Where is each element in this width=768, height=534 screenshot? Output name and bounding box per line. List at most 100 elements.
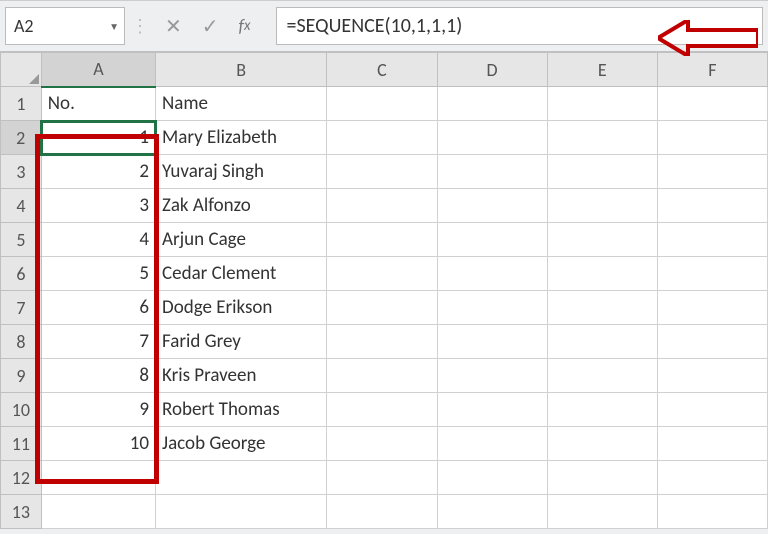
cell-E13[interactable] bbox=[547, 495, 657, 529]
cell-B6[interactable]: Cedar Clement bbox=[156, 257, 327, 291]
cell-F5[interactable] bbox=[657, 223, 767, 257]
cell-A5[interactable]: 4 bbox=[41, 223, 155, 257]
cell-C9[interactable] bbox=[327, 359, 437, 393]
cell-F11[interactable] bbox=[657, 427, 767, 461]
cell-B10[interactable]: Robert Thomas bbox=[156, 393, 327, 427]
col-header-E[interactable]: E bbox=[547, 53, 657, 87]
cell-E12[interactable] bbox=[547, 461, 657, 495]
cell-F1[interactable] bbox=[657, 87, 767, 121]
cell-D7[interactable] bbox=[437, 291, 547, 325]
col-header-F[interactable]: F bbox=[657, 53, 767, 87]
cell-F2[interactable] bbox=[657, 121, 767, 155]
cell-D9[interactable] bbox=[437, 359, 547, 393]
row-header[interactable]: 6 bbox=[1, 257, 42, 291]
cell-D6[interactable] bbox=[437, 257, 547, 291]
cell-A4[interactable]: 3 bbox=[41, 189, 155, 223]
row-header[interactable]: 4 bbox=[1, 189, 42, 223]
col-header-D[interactable]: D bbox=[437, 53, 547, 87]
cell-C1[interactable] bbox=[327, 87, 437, 121]
cell-C2[interactable] bbox=[327, 121, 437, 155]
cell-E7[interactable] bbox=[547, 291, 657, 325]
cell-B2[interactable]: Mary Elizabeth bbox=[156, 121, 327, 155]
cell-A7[interactable]: 6 bbox=[41, 291, 155, 325]
cell-B1[interactable]: Name bbox=[156, 87, 327, 121]
cell-E5[interactable] bbox=[547, 223, 657, 257]
col-header-A[interactable]: A bbox=[41, 53, 155, 87]
cell-D8[interactable] bbox=[437, 325, 547, 359]
cell-B12[interactable] bbox=[156, 461, 327, 495]
row-header[interactable]: 12 bbox=[1, 461, 42, 495]
name-box[interactable]: A2 ▼ bbox=[5, 7, 125, 45]
cell-C7[interactable] bbox=[327, 291, 437, 325]
select-all-corner[interactable] bbox=[1, 53, 42, 87]
cell-A6[interactable]: 5 bbox=[41, 257, 155, 291]
cell-D3[interactable] bbox=[437, 155, 547, 189]
row-header[interactable]: 8 bbox=[1, 325, 42, 359]
cell-D10[interactable] bbox=[437, 393, 547, 427]
enter-icon[interactable]: ✓ bbox=[202, 14, 219, 39]
cell-C8[interactable] bbox=[327, 325, 437, 359]
cell-E6[interactable] bbox=[547, 257, 657, 291]
cell-A3[interactable]: 2 bbox=[41, 155, 155, 189]
row-header[interactable]: 2 bbox=[1, 121, 42, 155]
row-header[interactable]: 10 bbox=[1, 393, 42, 427]
cell-C5[interactable] bbox=[327, 223, 437, 257]
row-header[interactable]: 13 bbox=[1, 495, 42, 529]
cell-C6[interactable] bbox=[327, 257, 437, 291]
cancel-icon[interactable]: ✕ bbox=[165, 14, 182, 39]
cell-B11[interactable]: Jacob George bbox=[156, 427, 327, 461]
cell-D11[interactable] bbox=[437, 427, 547, 461]
row-header[interactable]: 7 bbox=[1, 291, 42, 325]
cell-C10[interactable] bbox=[327, 393, 437, 427]
cell-F10[interactable] bbox=[657, 393, 767, 427]
cell-F3[interactable] bbox=[657, 155, 767, 189]
cell-C3[interactable] bbox=[327, 155, 437, 189]
col-header-C[interactable]: C bbox=[327, 53, 437, 87]
name-box-dropdown-icon[interactable]: ▼ bbox=[109, 20, 119, 33]
row-header[interactable]: 1 bbox=[1, 87, 42, 121]
cell-D2[interactable] bbox=[437, 121, 547, 155]
cell-A2[interactable]: 1 bbox=[41, 121, 155, 155]
cell-F13[interactable] bbox=[657, 495, 767, 529]
cell-D4[interactable] bbox=[437, 189, 547, 223]
cell-B3[interactable]: Yuvaraj Singh bbox=[156, 155, 327, 189]
cell-F7[interactable] bbox=[657, 291, 767, 325]
cell-C13[interactable] bbox=[327, 495, 437, 529]
row-header[interactable]: 9 bbox=[1, 359, 42, 393]
cell-C4[interactable] bbox=[327, 189, 437, 223]
cell-A12[interactable] bbox=[41, 461, 155, 495]
cell-D12[interactable] bbox=[437, 461, 547, 495]
row-header[interactable]: 3 bbox=[1, 155, 42, 189]
cell-E10[interactable] bbox=[547, 393, 657, 427]
cell-A13[interactable] bbox=[41, 495, 155, 529]
cell-B9[interactable]: Kris Praveen bbox=[156, 359, 327, 393]
cell-D5[interactable] bbox=[437, 223, 547, 257]
cell-F6[interactable] bbox=[657, 257, 767, 291]
cell-A1[interactable]: No. bbox=[41, 87, 155, 121]
cell-B5[interactable]: Arjun Cage bbox=[156, 223, 327, 257]
cell-E4[interactable] bbox=[547, 189, 657, 223]
cell-B8[interactable]: Farid Grey bbox=[156, 325, 327, 359]
cell-E9[interactable] bbox=[547, 359, 657, 393]
cell-F12[interactable] bbox=[657, 461, 767, 495]
cell-F4[interactable] bbox=[657, 189, 767, 223]
cell-C12[interactable] bbox=[327, 461, 437, 495]
col-header-B[interactable]: B bbox=[156, 53, 327, 87]
cell-A10[interactable]: 9 bbox=[41, 393, 155, 427]
cell-B13[interactable] bbox=[156, 495, 327, 529]
cell-B4[interactable]: Zak Alfonzo bbox=[156, 189, 327, 223]
cell-F8[interactable] bbox=[657, 325, 767, 359]
cell-E8[interactable] bbox=[547, 325, 657, 359]
cell-A9[interactable]: 8 bbox=[41, 359, 155, 393]
cell-C11[interactable] bbox=[327, 427, 437, 461]
cell-B7[interactable]: Dodge Erikson bbox=[156, 291, 327, 325]
cell-D1[interactable] bbox=[437, 87, 547, 121]
insert-function-icon[interactable]: fx bbox=[239, 15, 251, 37]
cell-E1[interactable] bbox=[547, 87, 657, 121]
row-header[interactable]: 5 bbox=[1, 223, 42, 257]
cell-D13[interactable] bbox=[437, 495, 547, 529]
cell-E3[interactable] bbox=[547, 155, 657, 189]
cell-E2[interactable] bbox=[547, 121, 657, 155]
cell-F9[interactable] bbox=[657, 359, 767, 393]
cell-A11[interactable]: 10 bbox=[41, 427, 155, 461]
